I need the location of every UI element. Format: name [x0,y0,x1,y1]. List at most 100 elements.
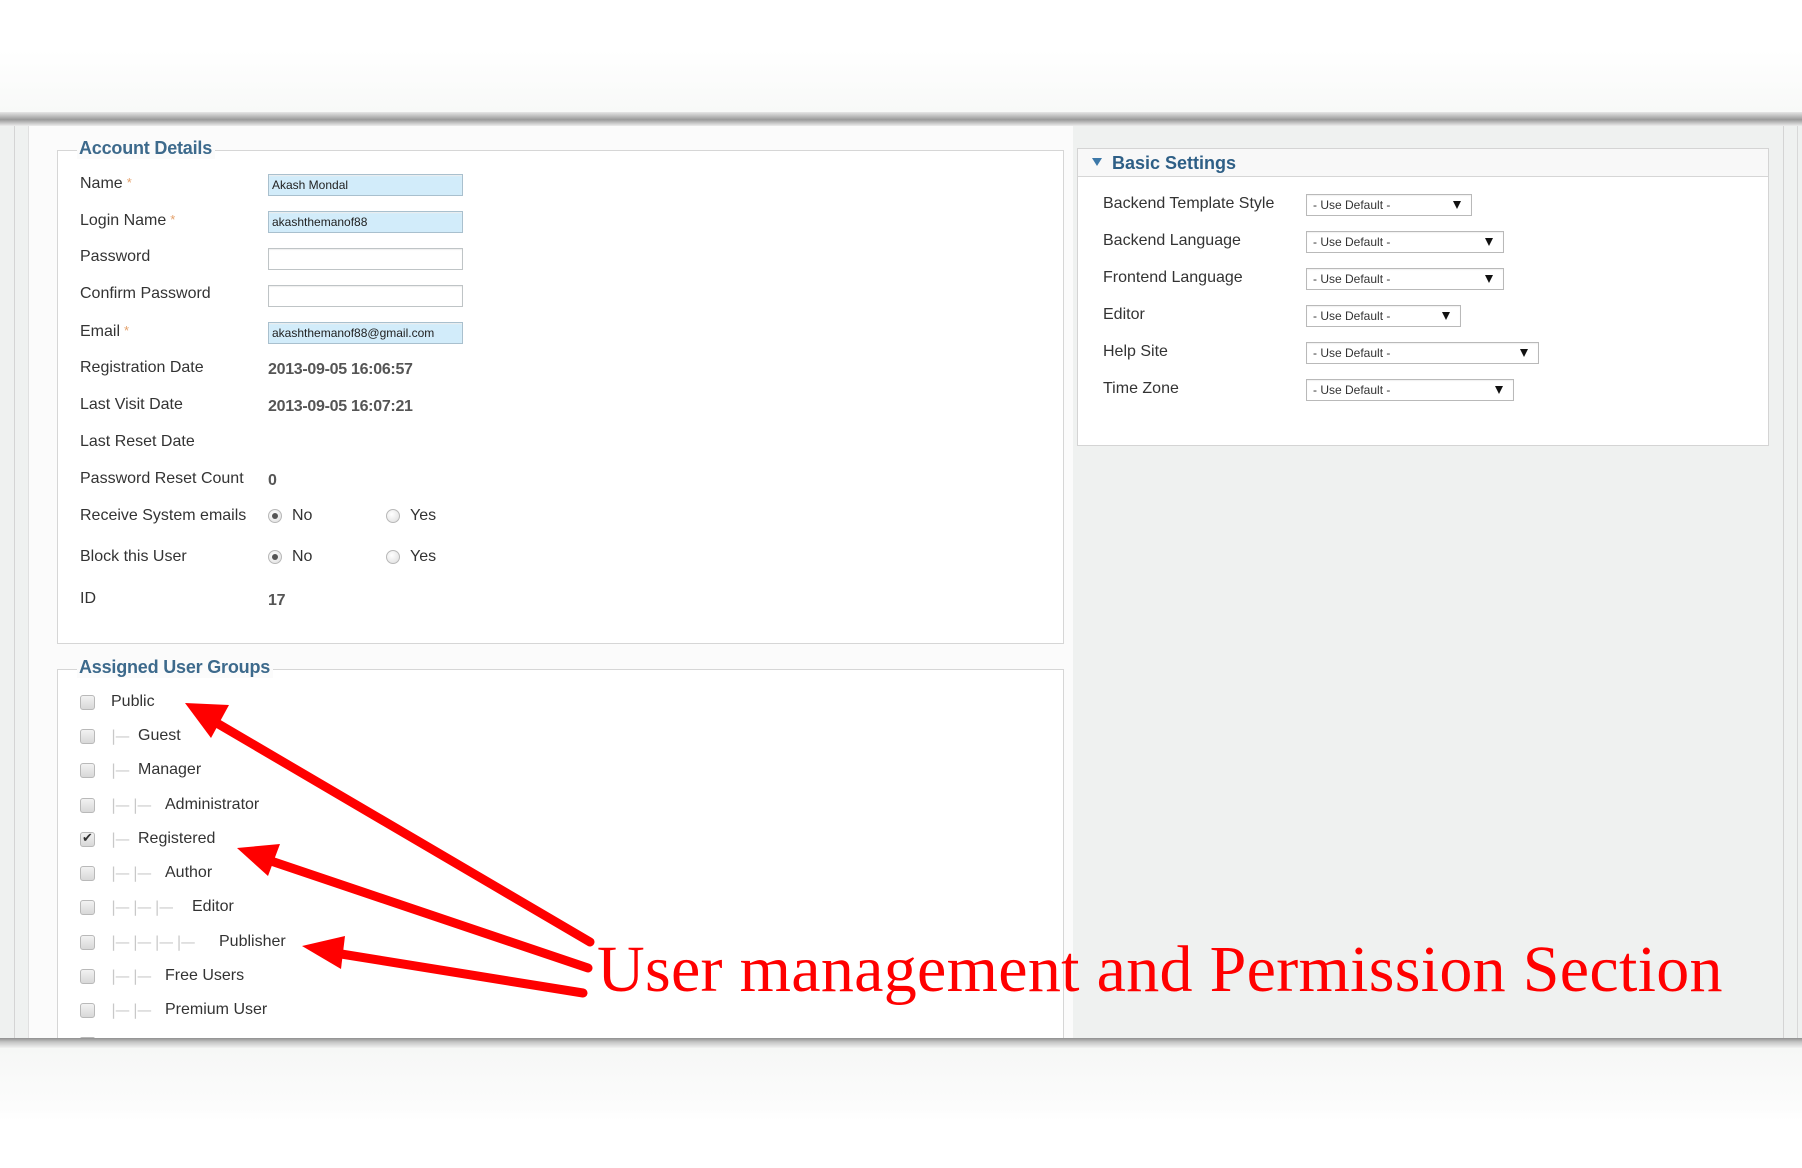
setting-select[interactable]: - Use Default - [1306,379,1514,401]
id-value: 17 [268,592,286,609]
group-checkbox[interactable] [80,695,95,710]
frame-border [14,126,15,1038]
account-details-fieldset [57,150,1064,644]
frame-border [28,126,29,1038]
group-label[interactable]: Public [111,693,155,711]
annotation-caption: User management and Permission Section [597,933,1723,1006]
group-checkbox[interactable] [80,969,95,984]
name-input[interactable] [268,174,463,196]
email-label: Email * [80,323,130,340]
last-reset-date-label: Last Reset Date [80,433,195,450]
name-label: Name * [80,175,132,192]
setting-select[interactable]: - Use Default - [1306,231,1504,253]
dropdown-arrow-icon[interactable] [1485,275,1493,283]
select-value: - Use Default - [1313,383,1391,397]
block-user-no-label[interactable]: No [292,548,312,566]
password-reset-count-label: Password Reset Count [80,470,244,487]
login-name-label: Login Name * [80,212,176,229]
dropdown-arrow-icon[interactable] [1453,201,1461,209]
frame-bottom-shadow [0,1038,1802,1048]
frame-border [1783,126,1784,1038]
tree-branch-connector: |— |— [111,1001,152,1019]
last-visit-date-value: 2013-09-05 16:07:21 [268,398,413,415]
email-input[interactable] [268,322,463,344]
required-marker: * [126,175,132,190]
tree-branch-connector: |— |— [111,967,152,985]
group-checkbox[interactable] [80,729,95,744]
block-user-no-radio[interactable] [268,550,282,564]
select-value: - Use Default - [1313,346,1391,360]
password-label: Password [80,248,151,265]
password-input[interactable] [268,248,463,270]
dropdown-arrow-icon[interactable] [1485,238,1493,246]
bottom-background [0,1048,1802,1168]
select-value: - Use Default - [1313,272,1391,286]
basic-settings-header[interactable]: Basic Settings [1078,149,1768,177]
required-marker: * [170,212,176,227]
top-background [0,0,1802,112]
setting-select[interactable]: - Use Default - [1306,194,1472,216]
setting-label: Time Zone [1103,380,1179,397]
block-user-yes-radio[interactable] [386,550,400,564]
select-value: - Use Default - [1313,235,1391,249]
group-label[interactable]: Author [165,864,212,882]
select-value: - Use Default - [1313,198,1391,212]
tree-branch-connector: |— |— |— |— [111,933,196,951]
group-label[interactable]: Premium User [165,1001,267,1019]
group-checkbox[interactable] [80,900,95,915]
tree-branch-connector: |— |— [111,796,152,814]
tree-branch-connector: |— [111,830,130,848]
setting-label: Help Site [1103,343,1168,360]
group-checkbox[interactable] [80,1003,95,1018]
group-checkbox[interactable] [80,830,95,847]
setting-label: Editor [1103,306,1145,323]
basic-settings-panel: Basic Settings [1077,148,1769,446]
tree-branch-connector: |— |— |— [111,898,174,916]
group-checkbox[interactable] [80,763,95,778]
confirm-password-input[interactable] [268,285,463,307]
tree-branch-connector: |— [111,727,130,745]
setting-select[interactable]: - Use Default - [1306,305,1461,327]
dropdown-arrow-icon[interactable] [1495,386,1503,394]
account-details-legend: Account Details [77,138,216,159]
scrollbar-track[interactable] [1797,126,1798,1038]
group-checkbox[interactable] [80,866,95,881]
receive-emails-yes-radio[interactable] [386,509,400,523]
registration-date-label: Registration Date [80,359,204,376]
group-label[interactable]: Manager [138,761,201,779]
password-reset-count-value: 0 [268,472,277,489]
setting-label: Backend Template Style [1103,195,1275,212]
group-label[interactable]: Editor [192,898,234,916]
setting-label: Backend Language [1103,232,1241,249]
select-value: - Use Default - [1313,309,1391,323]
receive-emails-no-radio[interactable] [268,509,282,523]
group-label[interactable]: Registered [138,830,215,848]
group-label[interactable]: Administrator [165,796,259,814]
block-user-yes-label[interactable]: Yes [410,548,436,566]
confirm-password-label: Confirm Password [80,285,211,302]
setting-select[interactable]: - Use Default - [1306,342,1539,364]
setting-label: Frontend Language [1103,269,1243,286]
group-checkbox[interactable] [80,935,95,950]
registration-date-value: 2013-09-05 16:06:57 [268,361,413,378]
login-name-input[interactable] [268,211,463,233]
id-label: ID [80,590,96,607]
group-label[interactable]: Guest [138,727,181,745]
frame-top-shadow [0,112,1802,126]
group-label[interactable]: Free Users [165,967,244,985]
receive-system-emails-label: Receive System emails [80,507,247,524]
user-groups-legend: Assigned User Groups [77,657,274,678]
receive-emails-no-label[interactable]: No [292,507,312,525]
tree-branch-connector: |— |— [111,864,152,882]
group-label[interactable]: Publisher [219,933,286,951]
tree-branch-connector: |— [111,761,130,779]
setting-select[interactable]: - Use Default - [1306,268,1504,290]
basic-settings-title[interactable]: Basic Settings [1112,153,1236,174]
last-visit-date-label: Last Visit Date [80,396,183,413]
dropdown-arrow-icon[interactable] [1442,312,1450,320]
caret-down-icon[interactable] [1092,158,1102,166]
required-marker: * [124,323,130,338]
group-checkbox[interactable] [80,798,95,813]
receive-emails-yes-label[interactable]: Yes [410,507,436,525]
dropdown-arrow-icon[interactable] [1520,349,1528,357]
